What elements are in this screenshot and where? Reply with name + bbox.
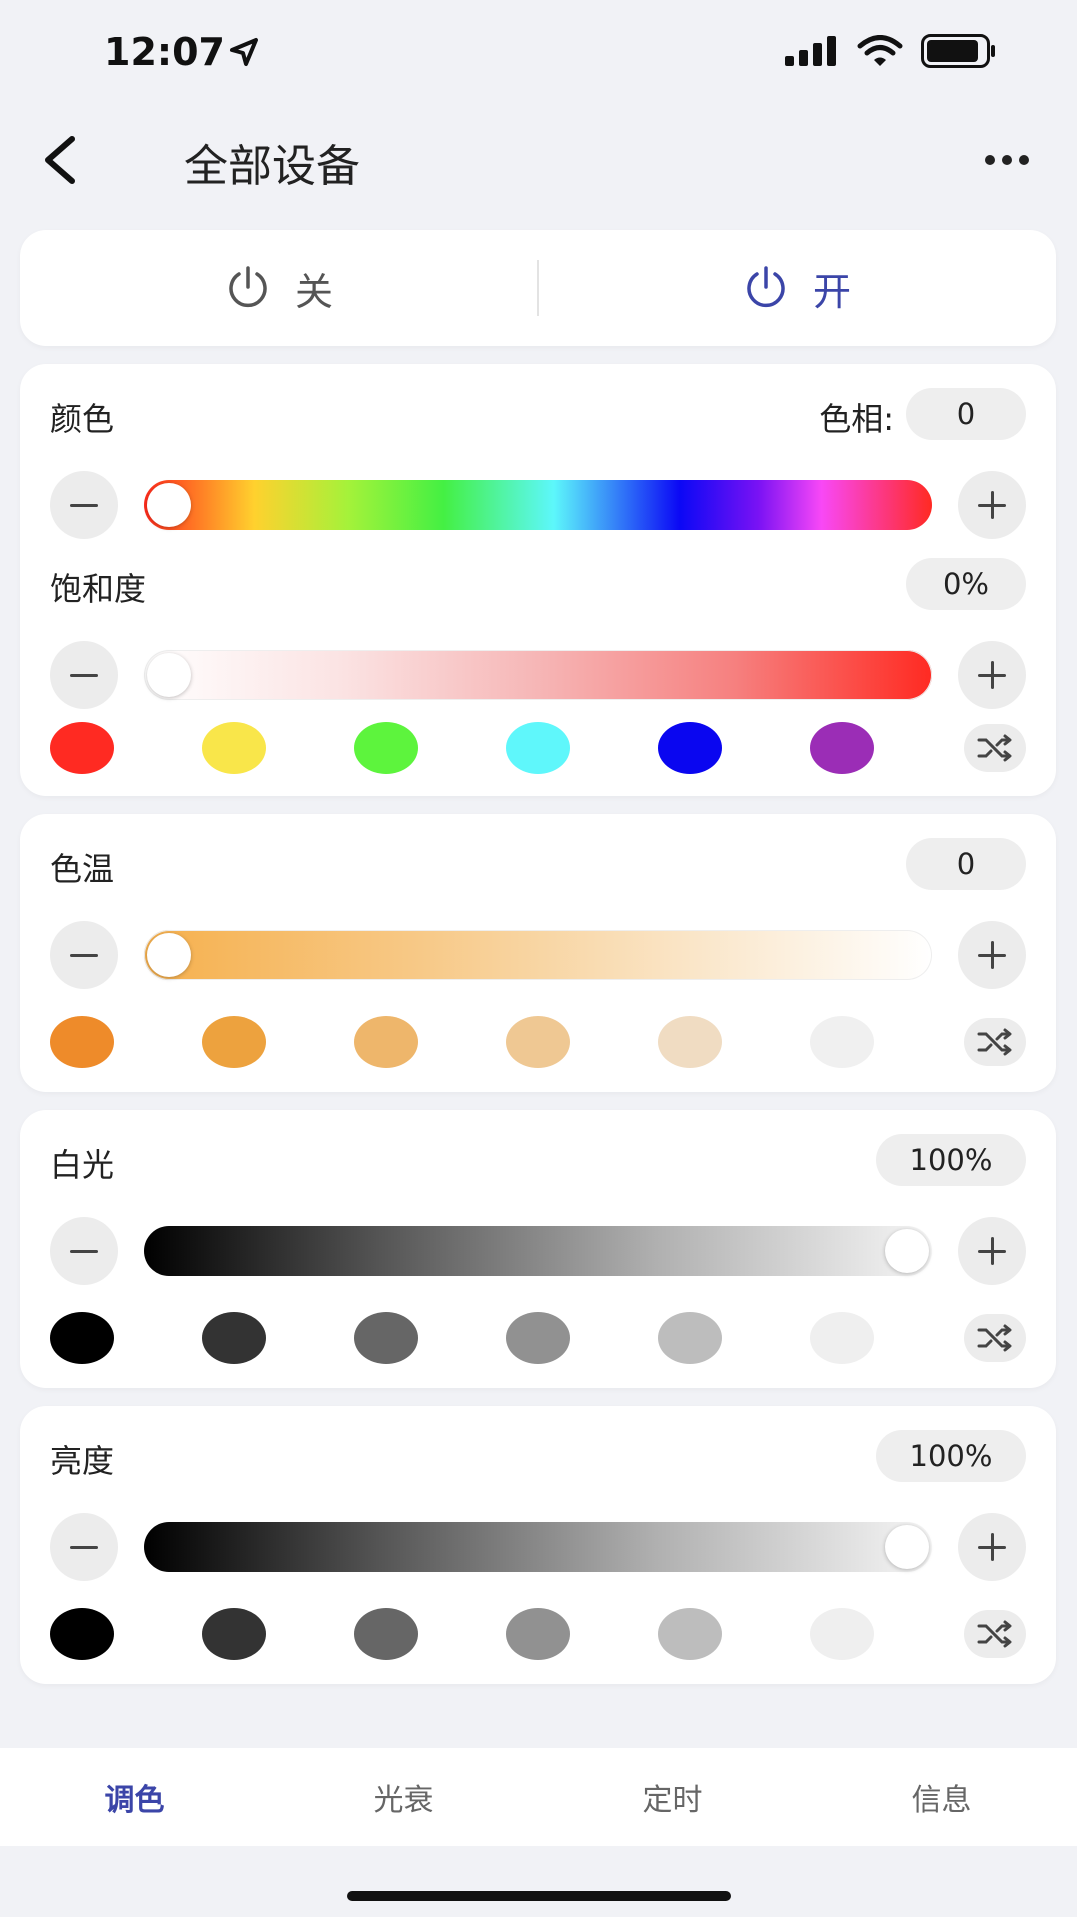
color-temp-value-field[interactable]: 0 (906, 838, 1026, 890)
more-dots-icon (985, 155, 995, 165)
power-card: 关 开 (20, 230, 1056, 346)
white-swatch-4[interactable] (506, 1312, 570, 1364)
power-icon (747, 266, 785, 308)
hue-slider[interactable] (144, 480, 932, 530)
power-off-label: 关 (294, 269, 333, 314)
brightness-swatch-1[interactable] (50, 1608, 114, 1660)
shuffle-icon (977, 1028, 1012, 1056)
battery-icon (921, 34, 997, 72)
white-light-slider[interactable] (144, 1226, 932, 1276)
temp-swatch-1[interactable] (50, 1016, 114, 1068)
brightness-swatch-5[interactable] (658, 1608, 722, 1660)
saturation-value-field[interactable]: 0% (906, 558, 1026, 610)
more-options-button[interactable] (977, 140, 1037, 180)
white-swatch-1[interactable] (50, 1312, 114, 1364)
brightness-slider-thumb[interactable] (885, 1525, 929, 1569)
brightness-shuffle-button[interactable] (964, 1610, 1026, 1658)
shuffle-icon (977, 734, 1012, 762)
white-light-plus-button[interactable] (958, 1217, 1026, 1285)
hue-plus-button[interactable] (958, 471, 1026, 539)
color-swatch-red[interactable] (50, 722, 114, 774)
brightness-swatch-3[interactable] (354, 1608, 418, 1660)
white-swatch-2[interactable] (202, 1312, 266, 1364)
brightness-swatch-6[interactable] (810, 1608, 874, 1660)
color-swatch-yellow[interactable] (202, 722, 266, 774)
minus-icon (70, 953, 98, 957)
hue-label: 色相: (819, 400, 894, 438)
brightness-plus-button[interactable] (958, 1513, 1026, 1581)
location-arrow-icon (228, 36, 260, 72)
white-light-slider-thumb[interactable] (885, 1229, 929, 1273)
minus-icon (70, 673, 98, 677)
brightness-swatch-4[interactable] (506, 1608, 570, 1660)
chevron-left-icon (45, 136, 75, 184)
color-temp-label: 色温 (50, 850, 115, 888)
color-temp-plus-button[interactable] (958, 921, 1026, 989)
saturation-label: 饱和度 (50, 570, 147, 608)
color-card: 颜色 色相: 0 饱和度 0% (20, 364, 1056, 796)
saturation-slider-thumb[interactable] (147, 653, 191, 697)
nav-bar: 全部设备 (0, 110, 1077, 210)
color-temp-minus-button[interactable] (50, 921, 118, 989)
temp-swatch-4[interactable] (506, 1016, 570, 1068)
color-temp-card: 色温 0 (20, 814, 1056, 1092)
color-swatch-blue[interactable] (658, 722, 722, 774)
white-light-label: 白光 (50, 1146, 115, 1184)
power-on-button[interactable]: 开 (538, 230, 1056, 346)
temp-swatch-5[interactable] (658, 1016, 722, 1068)
color-swatch-purple[interactable] (810, 722, 874, 774)
minus-icon (70, 503, 98, 507)
hue-minus-button[interactable] (50, 471, 118, 539)
tab-light-decay[interactable]: 光衰 (269, 1748, 538, 1846)
color-swatch-green[interactable] (354, 722, 418, 774)
white-swatch-3[interactable] (354, 1312, 418, 1364)
color-temp-slider[interactable] (144, 930, 932, 980)
color-shuffle-button[interactable] (964, 724, 1026, 772)
page-title: 全部设备 (184, 141, 360, 192)
white-light-card: 白光 100% (20, 1110, 1056, 1388)
back-button[interactable] (30, 128, 90, 192)
temp-swatch-6[interactable] (810, 1016, 874, 1068)
power-icon (229, 266, 267, 308)
cellular-signal-icon (785, 36, 839, 70)
saturation-slider[interactable] (144, 650, 932, 700)
temp-swatch-2[interactable] (202, 1016, 266, 1068)
saturation-plus-button[interactable] (958, 641, 1026, 709)
tab-info[interactable]: 信息 (807, 1748, 1076, 1846)
color-temp-slider-thumb[interactable] (147, 933, 191, 977)
white-light-value-field[interactable]: 100% (876, 1134, 1026, 1186)
minus-icon (70, 1249, 98, 1253)
temp-swatch-3[interactable] (354, 1016, 418, 1068)
status-icons (785, 34, 997, 72)
white-light-shuffle-button[interactable] (964, 1314, 1026, 1362)
brightness-value-field[interactable]: 100% (876, 1430, 1026, 1482)
tab-timer[interactable]: 定时 (538, 1748, 807, 1846)
power-off-button[interactable]: 关 (20, 230, 538, 346)
saturation-minus-button[interactable] (50, 641, 118, 709)
brightness-swatch-2[interactable] (202, 1608, 266, 1660)
home-indicator (347, 1891, 731, 1901)
white-swatch-6[interactable] (810, 1312, 874, 1364)
status-bar: 12:07 (0, 0, 1077, 100)
color-label: 颜色 (50, 400, 115, 438)
color-temp-shuffle-button[interactable] (964, 1018, 1026, 1066)
status-time: 12:07 (104, 30, 225, 74)
bottom-tab-bar: 调色 光衰 定时 信息 (0, 1748, 1077, 1846)
brightness-label: 亮度 (50, 1442, 115, 1480)
hue-value-field[interactable]: 0 (906, 388, 1026, 440)
color-swatch-cyan[interactable] (506, 722, 570, 774)
brightness-minus-button[interactable] (50, 1513, 118, 1581)
tab-color[interactable]: 调色 (0, 1748, 269, 1846)
power-on-label: 开 (812, 269, 851, 314)
brightness-card: 亮度 100% (20, 1406, 1056, 1684)
brightness-slider[interactable] (144, 1522, 932, 1572)
hue-slider-thumb[interactable] (147, 483, 191, 527)
wifi-icon (857, 35, 903, 71)
minus-icon (70, 1545, 98, 1549)
shuffle-icon (977, 1620, 1012, 1648)
white-light-minus-button[interactable] (50, 1217, 118, 1285)
white-swatch-5[interactable] (658, 1312, 722, 1364)
shuffle-icon (977, 1324, 1012, 1352)
